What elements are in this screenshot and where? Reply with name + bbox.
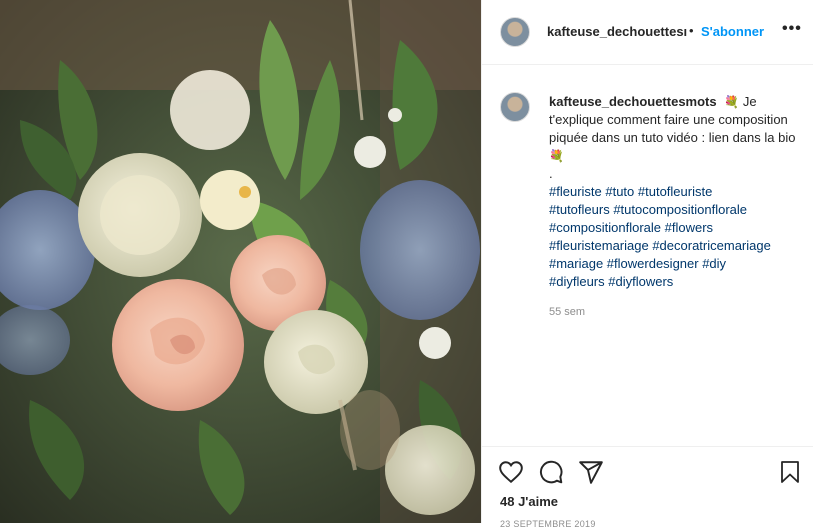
hashtag-line[interactable]: #fleuriste #tuto #tutofleuriste <box>549 183 799 201</box>
bookmark-icon[interactable] <box>778 459 802 485</box>
hashtag-line[interactable]: #fleuristemariage #decoratricemariage <box>549 237 799 255</box>
post-actions: 48 J'aime 23 SEPTEMBRE 2019 <box>482 446 813 529</box>
header-separator: • <box>689 23 694 38</box>
comment-icon[interactable] <box>538 459 564 485</box>
caption-text: kafteuse_dechouettesmots 💐 Je t'explique… <box>549 93 799 291</box>
likes-count[interactable]: 48 J'aime <box>500 494 558 509</box>
share-icon[interactable] <box>578 459 604 485</box>
caption-avatar[interactable] <box>500 92 530 122</box>
post-header: kafteuse_dechouettesı • S'abonner ••• <box>482 0 813 65</box>
header-avatar[interactable] <box>500 17 530 47</box>
header-username[interactable]: kafteuse_dechouettesı <box>547 24 687 39</box>
post-photo[interactable] <box>0 0 481 523</box>
bouquet-emoji-icon: 💐 <box>549 149 564 163</box>
follow-button[interactable]: S'abonner <box>701 24 764 39</box>
more-options-icon[interactable]: ••• <box>782 20 802 38</box>
caption-username[interactable]: kafteuse_dechouettesmots <box>549 94 717 109</box>
hashtag-line[interactable]: #tutofleurs #tutocompositionflorale <box>549 201 799 219</box>
bouquet-photo-image <box>0 0 481 523</box>
caption-dot: . <box>549 166 553 181</box>
hashtag-line[interactable]: #diyfleurs #diyflowers <box>549 273 799 291</box>
hashtag-line[interactable]: #compositionflorale #flowers <box>549 219 799 237</box>
heart-icon[interactable] <box>498 459 524 485</box>
hashtag-line[interactable]: #mariage #flowerdesigner #diy <box>549 255 799 273</box>
caption-time: 55 sem <box>549 306 586 318</box>
post-sidebar: kafteuse_dechouettesı • S'abonner ••• ka… <box>481 0 813 529</box>
bouquet-emoji-icon: 💐 <box>724 95 740 109</box>
post-date: 23 SEPTEMBRE 2019 <box>500 519 596 529</box>
